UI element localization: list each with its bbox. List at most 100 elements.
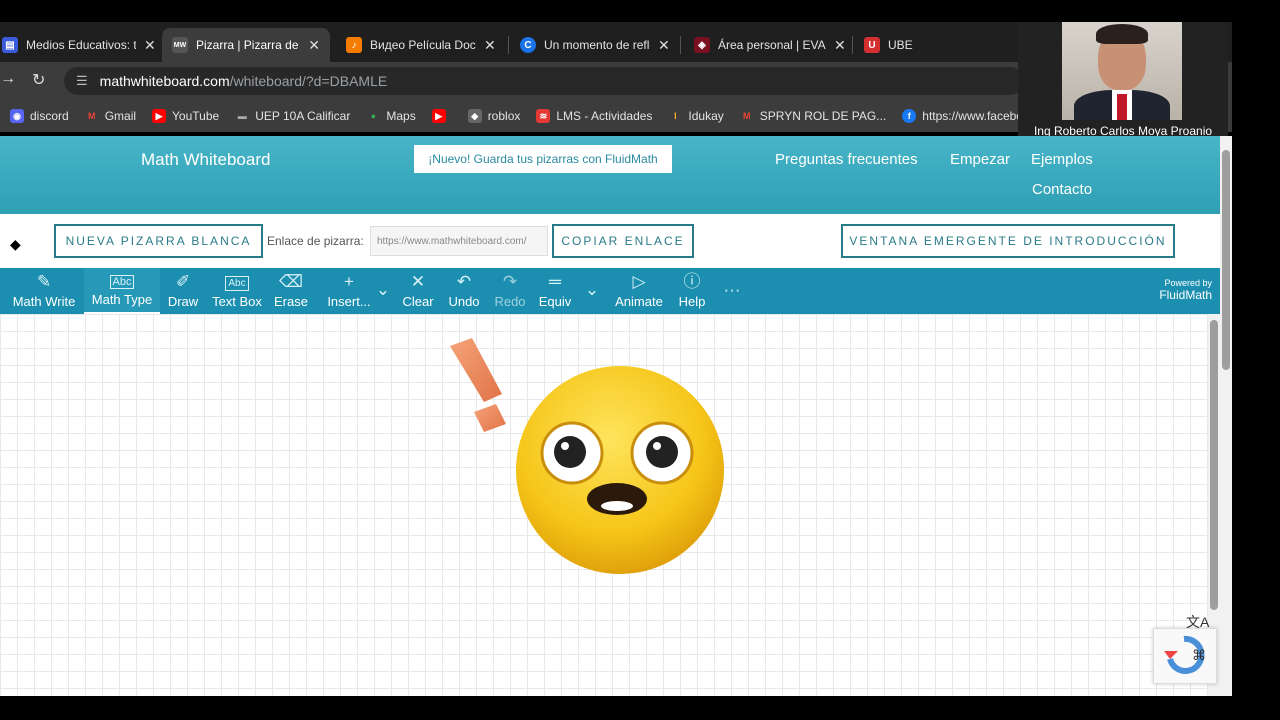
tool-undo[interactable]: ↶ Undo <box>446 268 482 314</box>
forward-icon[interactable]: → <box>0 70 16 88</box>
page-scrollbar[interactable] <box>1220 136 1232 696</box>
tab-favicon-icon: MW <box>172 37 188 53</box>
address-bar[interactable]: ☰ mathwhiteboard.com/whiteboard/?d=DBAML… <box>64 67 1024 95</box>
tab-momento[interactable]: C Un momento de refle ✕ <box>510 28 680 62</box>
lms-icon: ≋ <box>536 109 551 123</box>
bookmark-youtube-2[interactable]: ▶ <box>431 109 452 123</box>
tab-separator <box>852 36 853 54</box>
text-box-icon: Abc <box>225 276 249 291</box>
bookmark-label: UEP 10A Calificar <box>255 109 351 123</box>
facebook-icon: f <box>902 109 917 123</box>
new-board-button[interactable]: NUEVA PIZARRA BLANCA <box>54 224 263 258</box>
bookmark-label: roblox <box>487 109 521 123</box>
promo-banner[interactable]: ¡Nuevo! Guarda tus pizarras con FluidMat… <box>414 145 672 173</box>
close-icon[interactable]: ✕ <box>308 37 320 54</box>
tool-redo[interactable]: ↷ Redo <box>492 268 528 314</box>
insert-dropdown[interactable]: ⌄ <box>374 268 392 314</box>
tab-medios[interactable]: ▤ Medios Educativos: tu ✕ <box>0 28 166 62</box>
intro-popup-button[interactable]: VENTANA EMERGENTE DE INTRODUCCIÓN <box>841 224 1175 258</box>
presenter-video <box>1062 22 1182 120</box>
bookmark-uep[interactable]: ▬ UEP 10A Calificar <box>235 109 351 123</box>
tool-math-type[interactable]: Abc Math Type <box>84 268 160 314</box>
bookmark-gmail[interactable]: M Gmail <box>85 109 136 123</box>
powered-by-fluidmath[interactable]: Powered by FluidMath <box>1159 278 1212 302</box>
bookmark-label: LMS - Actividades <box>556 109 653 123</box>
tool-draw[interactable]: ✐ Draw <box>164 268 202 314</box>
tab-label: Medios Educativos: tu <box>26 38 136 52</box>
grid-icon: ⌘ <box>1192 647 1206 663</box>
tab-pizarra[interactable]: MW Pizarra | Pizarra de m ✕ <box>162 28 330 62</box>
tool-label: Draw <box>167 294 199 309</box>
recaptcha-icon <box>1164 635 1205 674</box>
tool-label: Help <box>678 294 706 309</box>
tool-erase[interactable]: ⌫ Erase <box>272 268 310 314</box>
page-scroll-thumb[interactable] <box>1222 150 1230 370</box>
tool-label: Undo <box>448 294 480 309</box>
bookmark-lms[interactable]: ≋ LMS - Actividades <box>536 109 652 123</box>
bookmark-roblox[interactable]: ◆ roblox <box>467 109 521 123</box>
tool-label: Math Type <box>91 292 153 307</box>
close-icon[interactable]: ✕ <box>658 37 670 54</box>
tab-label: Área personal | EVA-U <box>718 38 826 52</box>
pen-icon: ✐ <box>175 272 191 291</box>
close-icon[interactable]: ✕ <box>144 37 156 54</box>
recaptcha-badge[interactable]: ⌘ <box>1153 628 1217 684</box>
bookmark-youtube[interactable]: ▶ YouTube <box>152 109 219 123</box>
tab-eva[interactable]: ◈ Área personal | EVA-U ✕ <box>684 28 856 62</box>
copy-link-button[interactable]: COPIAR ENLACE <box>552 224 694 258</box>
redo-icon: ↷ <box>502 272 518 291</box>
site-brand[interactable]: Math Whiteboard <box>141 150 270 170</box>
tab-video[interactable]: ♪ Видео Película Doce ✕ <box>336 28 506 62</box>
roblox-icon: ◆ <box>467 109 482 123</box>
close-icon[interactable]: ✕ <box>484 37 496 54</box>
bookmark-label: YouTube <box>172 109 220 123</box>
reload-icon[interactable]: ↻ <box>32 70 45 90</box>
nav-contact[interactable]: Contacto <box>1032 181 1092 198</box>
tool-text-box[interactable]: Abc Text Box <box>210 268 264 314</box>
tool-label: Text Box <box>212 294 262 309</box>
equiv-dropdown[interactable]: ⌄ <box>582 268 602 314</box>
tool-help[interactable]: ⓘ Help <box>676 268 708 314</box>
more-tools-button[interactable]: ··· <box>718 268 746 314</box>
board-link-input[interactable] <box>370 226 548 256</box>
tool-equiv[interactable]: ═ Equiv <box>536 268 574 314</box>
bookmark-idukay[interactable]: I Idukay <box>668 109 724 123</box>
nav-faq[interactable]: Preguntas frecuentes <box>775 151 918 168</box>
youtube-icon: ▶ <box>152 109 167 123</box>
web-page: Math Whiteboard ¡Nuevo! Guarda tus pizar… <box>0 136 1220 696</box>
tool-animate[interactable]: ▷ Animate <box>612 268 666 314</box>
exclamation-icon <box>450 338 506 432</box>
bookmark-label: Maps <box>386 109 416 123</box>
tool-label: Redo <box>494 294 526 309</box>
tool-label: Clear <box>402 294 434 309</box>
tab-favicon-icon: ◈ <box>694 37 710 53</box>
discord-icon: ◉ <box>10 109 24 123</box>
tab-separator <box>508 36 509 54</box>
site-settings-icon[interactable]: ☰ <box>76 73 88 89</box>
uep-icon: ▬ <box>237 111 247 121</box>
tool-label: Equiv <box>538 294 572 309</box>
close-icon[interactable]: ✕ <box>834 37 846 54</box>
bookmark-spryn[interactable]: M SPRYN ROL DE PAG... <box>740 109 886 123</box>
right-eye-icon <box>630 421 694 485</box>
canvas-scroll-thumb[interactable] <box>1210 320 1218 610</box>
gmail-icon: M <box>743 111 751 121</box>
chevron-down-icon: ⌄ <box>584 280 600 299</box>
tool-insert[interactable]: + Insert... <box>326 268 372 314</box>
bookmark-discord[interactable]: ◉ discord <box>10 109 69 123</box>
whiteboard-canvas[interactable] <box>0 314 1208 696</box>
tool-math-write[interactable]: ✎ Math Write <box>8 268 80 314</box>
bookmark-label: Idukay <box>688 109 724 123</box>
tool-clear[interactable]: ✕ Clear <box>400 268 436 314</box>
nav-start[interactable]: Empezar <box>950 151 1010 168</box>
screen: ▤ Medios Educativos: tu ✕ MW Pizarra | P… <box>0 0 1280 720</box>
bookmark-label: SPRYN ROL DE PAG... <box>759 109 887 123</box>
x-icon: ✕ <box>410 272 426 291</box>
tab-separator <box>680 36 681 54</box>
board-controls: NUEVA PIZARRA BLANCA Enlace de pizarra: … <box>0 214 1220 268</box>
bookmark-facebook[interactable]: f https://www.facebo... <box>902 109 1033 123</box>
bookmark-maps[interactable]: ● Maps <box>366 109 416 123</box>
nav-examples[interactable]: Ejemplos <box>1031 151 1093 168</box>
tab-favicon-icon: U <box>864 37 880 53</box>
powered-by-label: Powered by <box>1164 278 1212 288</box>
